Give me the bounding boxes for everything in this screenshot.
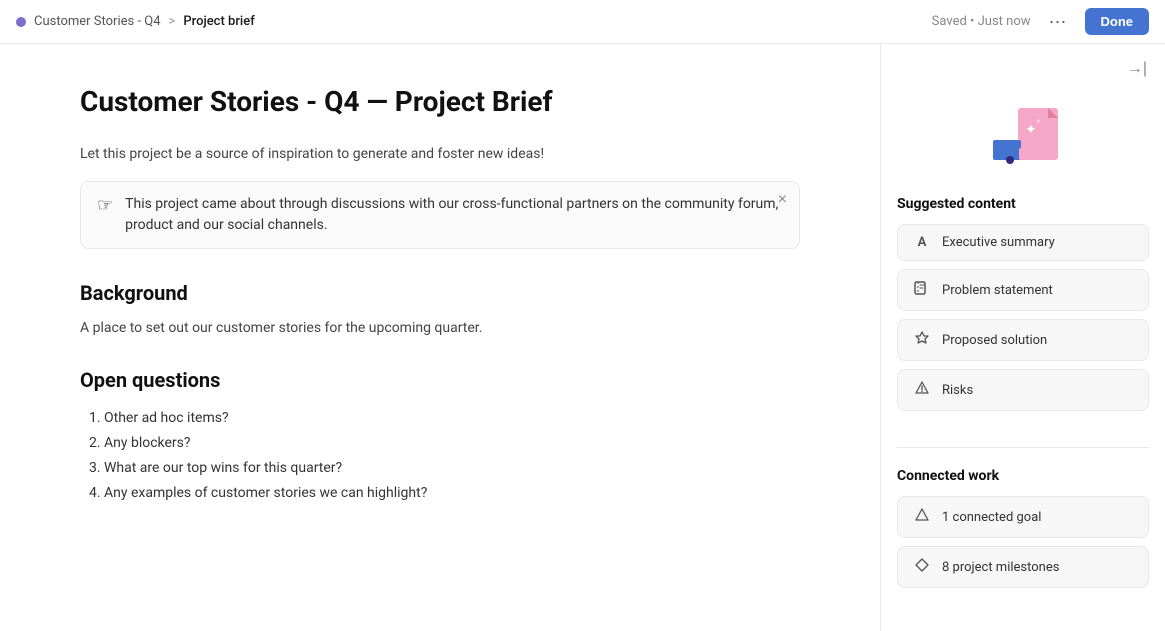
list-item: What are our top wins for this quarter? [104,456,800,481]
milestone-icon [912,557,932,577]
connected-work-section: Connected work 1 connected goal 8 projec… [881,468,1165,616]
proposed-solution-icon [912,330,932,350]
breadcrumb-separator: > [169,14,176,29]
notice-text: This project came about through discussi… [125,194,783,236]
notice-close-button[interactable]: × [778,192,787,208]
suggested-content-section: Suggested content A Executive summary Pr… [881,196,1165,439]
background-heading: Background [80,281,800,305]
main-layout: Customer Stories - Q4 — Project Brief Le… [0,44,1165,631]
problem-statement-label: Problem statement [942,283,1053,298]
right-sidebar: →| ✦ ✦ Suggested content [880,44,1165,631]
done-button[interactable]: Done [1085,8,1150,35]
content-area: Customer Stories - Q4 — Project Brief Le… [0,44,880,631]
suggested-content-title: Suggested content [897,196,1149,212]
sidebar-divider [897,447,1149,448]
topbar: Customer Stories - Q4 > Project brief Sa… [0,0,1165,44]
collapse-sidebar-button[interactable]: →| [1123,56,1151,82]
open-questions-heading: Open questions [80,368,800,392]
more-options-button[interactable]: ··· [1043,7,1073,36]
list-item: Any examples of customer stories we can … [104,481,800,506]
connected-work-title: Connected work [897,468,1149,484]
topbar-actions: Saved • Just now ··· Done [932,7,1149,36]
project-dot [16,17,26,27]
sidebar-card-connected-goal[interactable]: 1 connected goal [897,496,1149,538]
questions-list: Other ad hoc items?Any blockers?What are… [80,406,800,507]
sidebar-card-project-milestones[interactable]: 8 project milestones [897,546,1149,588]
project-milestones-label: 8 project milestones [942,560,1059,575]
breadcrumb: Customer Stories - Q4 > Project brief [16,14,255,29]
sidebar-card-executive-summary[interactable]: A Executive summary [897,224,1149,261]
goal-icon [912,507,932,527]
problem-statement-icon [912,280,932,300]
list-item: Any blockers? [104,431,800,456]
saved-status: Saved • Just now [932,14,1031,29]
illustration-svg: ✦ ✦ [973,96,1073,176]
risks-label: Risks [942,383,973,398]
sidebar-illustration: ✦ ✦ [881,86,1165,196]
background-text: A place to set out our customer stories … [80,317,800,339]
executive-summary-icon: A [912,235,932,250]
executive-summary-label: Executive summary [942,235,1055,250]
sidebar-card-problem-statement[interactable]: Problem statement [897,269,1149,311]
proposed-solution-label: Proposed solution [942,333,1047,348]
connected-goal-label: 1 connected goal [942,510,1041,525]
sidebar-collapse-area: →| [881,44,1165,86]
svg-text:✦: ✦ [1035,117,1042,126]
notice-box: ☞ This project came about through discus… [80,181,800,249]
breadcrumb-project-link[interactable]: Customer Stories - Q4 [34,14,161,29]
hand-icon: ☞ [97,195,113,216]
page-title: Customer Stories - Q4 — Project Brief [80,84,800,120]
list-item: Other ad hoc items? [104,406,800,431]
breadcrumb-current-page: Project brief [183,14,254,29]
sidebar-card-proposed-solution[interactable]: Proposed solution [897,319,1149,361]
more-icon: ··· [1049,11,1067,32]
doc-subtitle: Let this project be a source of inspirat… [80,144,800,165]
sidebar-card-risks[interactable]: Risks [897,369,1149,411]
risks-icon [912,380,932,400]
